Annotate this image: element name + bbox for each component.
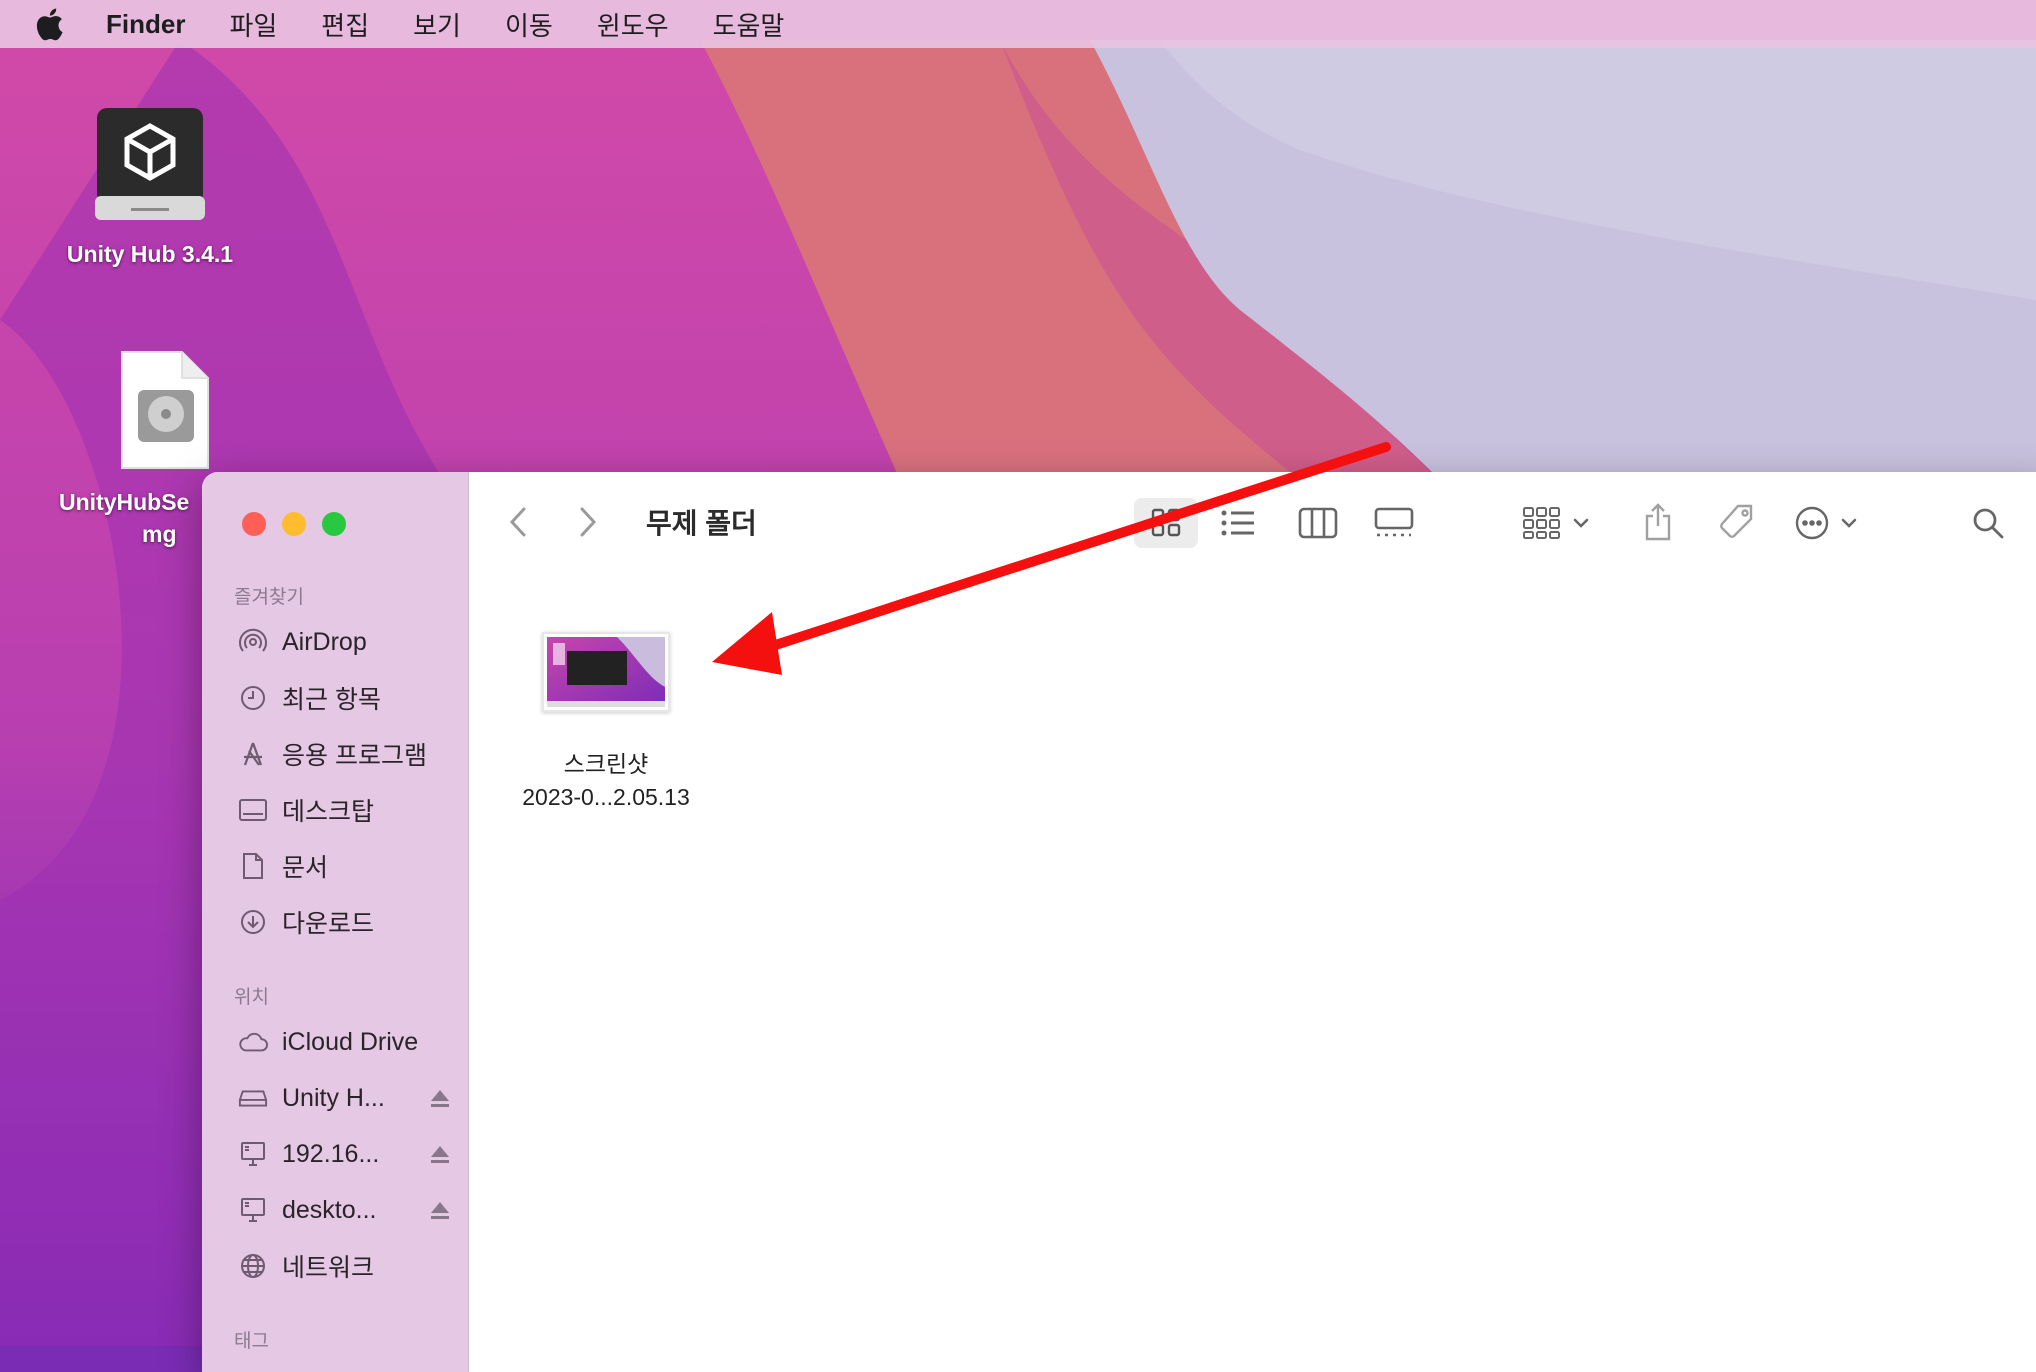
eject-icon[interactable]	[428, 1142, 452, 1166]
sidebar-item-applications[interactable]: 응용 프로그램	[238, 734, 427, 774]
icon-view-icon	[1151, 508, 1181, 537]
menu-bar: Finder 파일 편집 보기 이동 윈도우 도움말	[0, 0, 2036, 48]
applications-icon	[238, 739, 268, 769]
server-display-icon	[238, 1139, 268, 1169]
minimize-button[interactable]	[282, 512, 306, 536]
sidebar-item-network[interactable]: 네트워크	[238, 1246, 374, 1286]
close-button[interactable]	[242, 512, 266, 536]
clock-icon	[238, 683, 268, 713]
desktop-icon	[238, 795, 268, 825]
server-display-icon	[238, 1195, 268, 1225]
document-icon	[238, 851, 268, 881]
finder-window: 즐겨찾기 AirDrop 최근 항목 응용 프로그램 데스크탑 문서 다운로드 …	[202, 472, 2036, 1372]
back-button[interactable]	[498, 502, 538, 542]
sidebar-item-icloud-drive[interactable]: iCloud Drive	[238, 1022, 418, 1062]
window-title: 무제 폴더	[646, 508, 757, 539]
finder-toolbar: 무제 폴더	[468, 472, 2036, 572]
group-grid-icon	[1523, 507, 1560, 539]
sidebar-item-label: 192.16...	[282, 1139, 380, 1168]
more-actions-button[interactable]	[1786, 498, 1866, 548]
sidebar-item-network-server-1[interactable]: 192.16...	[238, 1134, 449, 1174]
search-button[interactable]	[1964, 498, 2012, 548]
chevron-down-icon	[1573, 518, 1589, 528]
group-by-button[interactable]	[1516, 498, 1596, 548]
sidebar-section-locations: 위치	[234, 987, 269, 1008]
sidebar-item-recents[interactable]: 최근 항목	[238, 678, 381, 718]
eject-icon[interactable]	[428, 1086, 452, 1110]
sidebar-section-favorites: 즐겨찾기	[234, 587, 304, 608]
view-icons-button[interactable]	[1134, 498, 1198, 548]
file-name-line2: 2023-0...2.05.13	[522, 784, 690, 810]
menu-app-name[interactable]: Finder	[106, 9, 185, 40]
sidebar-item-label: deskto...	[282, 1195, 377, 1224]
menu-file[interactable]: 파일	[229, 6, 277, 43]
desktop-icon-label: Unity Hub 3.4.1	[66, 241, 234, 267]
file-item-screenshot[interactable]: 스크린샷 2023-0...2.05.13	[486, 632, 726, 814]
download-icon	[238, 907, 268, 937]
sidebar-item-label: 문서	[282, 854, 329, 882]
finder-sidebar: 즐겨찾기 AirDrop 최근 항목 응용 프로그램 데스크탑 문서 다운로드 …	[202, 472, 469, 1372]
share-icon	[1645, 503, 1671, 541]
file-name-line1: 스크린샷	[563, 751, 649, 777]
sidebar-item-documents[interactable]: 문서	[238, 846, 328, 886]
disk-image-file-icon	[121, 351, 209, 469]
apple-menu-icon[interactable]	[34, 7, 68, 41]
chevron-down-icon	[1841, 518, 1857, 528]
view-gallery-button[interactable]	[1366, 498, 1422, 548]
file-thumbnail	[542, 632, 670, 712]
sidebar-item-label: 최근 항목	[282, 686, 381, 714]
sidebar-item-label: Unity H...	[282, 1083, 385, 1112]
mounted-disk-icon	[95, 108, 205, 220]
sidebar-item-network-server-2[interactable]: deskto...	[238, 1190, 449, 1230]
menu-go[interactable]: 이동	[505, 6, 553, 43]
menu-edit[interactable]: 편집	[321, 6, 369, 43]
tag-icon	[1720, 504, 1753, 538]
sidebar-item-label: 다운로드	[282, 910, 375, 938]
sidebar-item-unity-hub-volume[interactable]: Unity H...	[238, 1078, 449, 1118]
sidebar-item-label: iCloud Drive	[282, 1027, 419, 1056]
external-drive-icon	[238, 1083, 268, 1113]
eject-icon[interactable]	[428, 1198, 452, 1222]
view-columns-button[interactable]	[1290, 498, 1346, 548]
column-view-icon	[1298, 507, 1338, 539]
sidebar-item-label: 응용 프로그램	[282, 742, 427, 770]
sidebar-section-tags: 태그	[234, 1331, 269, 1352]
window-controls	[242, 512, 346, 536]
sidebar-item-label: 데스크탑	[282, 798, 375, 826]
zoom-button[interactable]	[322, 512, 346, 536]
sidebar-item-airdrop[interactable]: AirDrop	[238, 622, 367, 662]
sidebar-item-label: AirDrop	[282, 627, 367, 656]
menu-help[interactable]: 도움말	[713, 6, 785, 43]
sidebar-item-downloads[interactable]: 다운로드	[238, 902, 374, 942]
sidebar-item-label: 네트워크	[282, 1254, 375, 1282]
menu-window[interactable]: 윈도우	[597, 6, 669, 43]
globe-icon	[238, 1251, 268, 1281]
tags-button[interactable]	[1712, 496, 1760, 548]
desktop-icon-unity-hub-volume[interactable]: Unity Hub 3.4.1	[40, 104, 260, 270]
sidebar-item-desktop[interactable]: 데스크탑	[238, 790, 374, 830]
menu-view[interactable]: 보기	[413, 6, 461, 43]
forward-button[interactable]	[568, 502, 608, 542]
cloud-icon	[238, 1027, 268, 1057]
airdrop-icon	[238, 627, 268, 657]
ellipsis-circle-icon	[1795, 506, 1829, 540]
gallery-view-icon	[1374, 507, 1414, 537]
search-icon	[1973, 508, 2004, 539]
view-list-button[interactable]	[1210, 498, 1266, 548]
share-button[interactable]	[1634, 496, 1682, 548]
list-view-icon	[1221, 510, 1254, 536]
